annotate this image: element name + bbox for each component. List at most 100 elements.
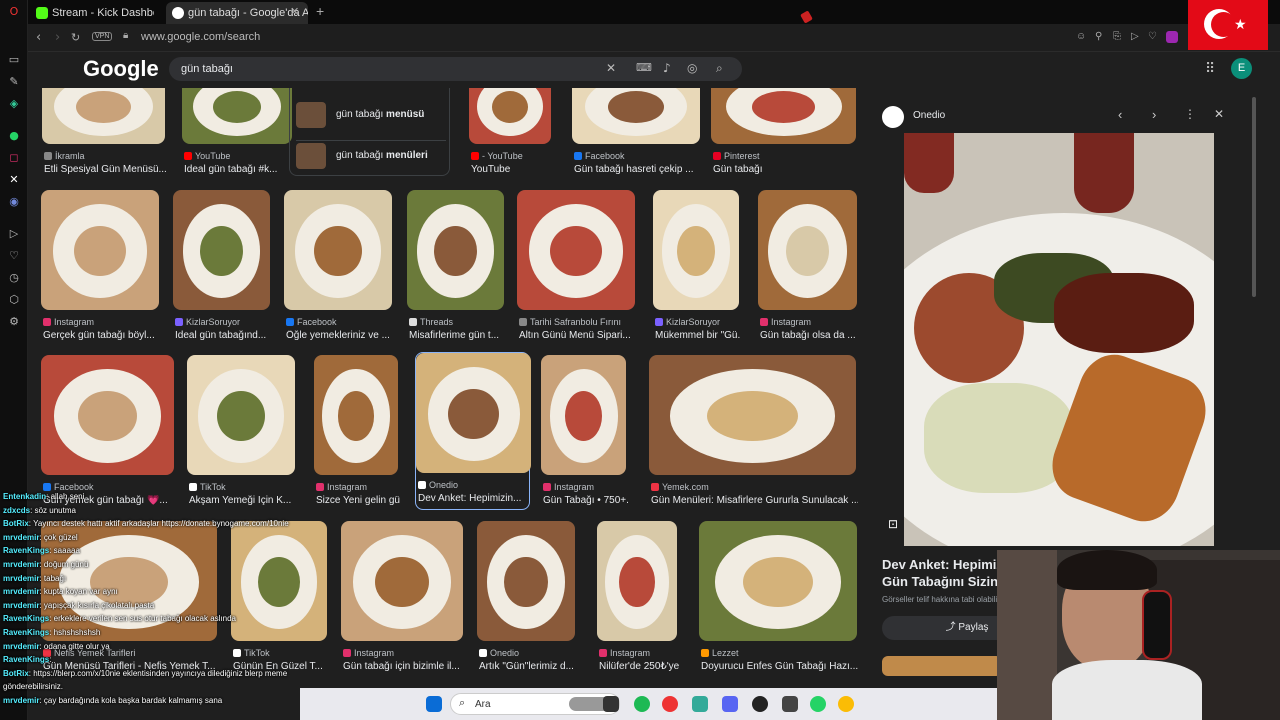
result-title[interactable]: Gün tabağı xyxy=(713,164,858,175)
result-thumbnail[interactable] xyxy=(517,190,635,310)
result-source[interactable]: Instagram xyxy=(316,482,400,492)
result-title[interactable]: Öğle yemekleriniz ve ... xyxy=(286,330,394,341)
result-thumbnail[interactable] xyxy=(477,521,575,641)
image-result[interactable]: Facebook Öğle yemekleriniz ve ... xyxy=(284,190,394,341)
result-source[interactable]: Instagram xyxy=(343,648,465,658)
lens-search-icon[interactable]: ⊡ xyxy=(888,517,898,531)
image-result[interactable]: YouTube İdeal gün tabağı #k... xyxy=(182,88,294,175)
opera-logo-icon[interactable]: O xyxy=(6,4,22,20)
result-source[interactable]: YouTube xyxy=(184,151,294,161)
related-item[interactable]: gün tabağı menüsü xyxy=(296,100,446,130)
result-source[interactable]: Threads xyxy=(409,317,506,327)
result-thumbnail[interactable] xyxy=(416,353,531,473)
result-title[interactable]: Sizce Yeni gelin gü... xyxy=(316,495,400,506)
app-icon[interactable] xyxy=(692,696,708,712)
avatar[interactable]: E xyxy=(1231,58,1252,79)
extension-icon[interactable] xyxy=(1166,31,1178,43)
related-image-thumb[interactable] xyxy=(882,656,1002,676)
search-icon[interactable]: ⌕ xyxy=(716,61,723,76)
image-result[interactable]: Instagram Gün tabağı olsa da ... xyxy=(758,190,859,341)
result-thumbnail[interactable] xyxy=(284,190,392,310)
google-logo[interactable]: Google xyxy=(83,56,159,82)
result-thumbnail[interactable] xyxy=(758,190,857,310)
search-box[interactable]: ✕ ⌨ ♪ ◎ ⌕ xyxy=(169,57,742,81)
image-result[interactable]: Tarihi Safranbolu Fırını Altın Günü Menü … xyxy=(517,190,637,341)
result-thumbnail[interactable] xyxy=(41,355,174,475)
result-title[interactable]: Gün tabağı için bizimle il... xyxy=(343,661,465,672)
forward-icon[interactable]: › xyxy=(55,30,60,45)
result-thumbnail[interactable] xyxy=(182,88,292,144)
image-result[interactable]: Instagram Nilüfer'de 250₺'ye ... xyxy=(597,521,679,672)
prev-icon[interactable]: ‹ xyxy=(1118,107,1122,122)
result-source[interactable]: Pinterest xyxy=(713,151,858,161)
whatsapp-icon[interactable] xyxy=(810,696,826,712)
heart-icon[interactable]: ♡ xyxy=(1148,31,1157,42)
result-thumbnail[interactable] xyxy=(314,355,398,475)
mic-icon[interactable]: ♪ xyxy=(663,61,671,75)
result-source[interactable]: Tarihi Safranbolu Fırını xyxy=(519,317,637,327)
image-result[interactable]: Instagram Gerçek gün tabağı böyl... xyxy=(41,190,161,341)
file-explorer-icon[interactable] xyxy=(603,696,619,712)
image-result[interactable]: Facebook Gün yemek gün tabağı 💗... xyxy=(41,355,174,506)
image-result[interactable]: Instagram Gün tabağı için bizimle il... xyxy=(341,521,465,672)
heart-icon[interactable]: ♡ xyxy=(6,248,22,264)
result-thumbnail[interactable] xyxy=(653,190,739,310)
result-thumbnail[interactable] xyxy=(711,88,856,144)
result-title[interactable]: Nilüfer'de 250₺'ye ... xyxy=(599,661,679,672)
image-result[interactable]: Instagram Sizce Yeni gelin gü... xyxy=(314,355,400,506)
result-source[interactable]: Facebook xyxy=(286,317,394,327)
wallet-icon[interactable]: ▭ xyxy=(6,52,22,68)
discord-icon[interactable]: ◉ xyxy=(6,194,22,210)
result-thumbnail[interactable] xyxy=(649,355,856,475)
result-thumbnail[interactable] xyxy=(187,355,295,475)
taskbar-search[interactable]: ⌕ Ara xyxy=(450,693,620,715)
result-source[interactable]: Instagram xyxy=(599,648,679,658)
result-title[interactable]: Artık "Gün"lerimiz d... xyxy=(479,661,577,672)
result-source[interactable]: - YouTube xyxy=(471,151,553,161)
reload-icon[interactable]: ↻ xyxy=(71,31,80,44)
result-title[interactable]: Altın Günü Menü Sipari... xyxy=(519,330,637,341)
result-title[interactable]: İdeal gün tabağı #k... xyxy=(184,164,294,175)
result-title[interactable]: Gerçek gün tabağı böyl... xyxy=(43,330,161,341)
instagram-icon[interactable]: ◻ xyxy=(6,150,22,166)
result-thumbnail[interactable] xyxy=(541,355,626,475)
pin-icon[interactable]: ⚲ xyxy=(1095,31,1102,42)
x-icon[interactable]: ✕ xyxy=(6,172,22,188)
back-icon[interactable]: ‹ xyxy=(36,30,41,45)
result-source[interactable]: KizlarSoruyor xyxy=(655,317,741,327)
play-icon[interactable]: ▷ xyxy=(6,226,22,242)
result-source[interactable]: KizlarSoruyor xyxy=(175,317,272,327)
result-title[interactable]: Gün Tabağı • 750+... xyxy=(543,495,628,506)
result-title[interactable]: Gün Menüleri: Misafirlere Gururla Sunula… xyxy=(651,495,858,506)
result-title[interactable]: YouTube xyxy=(471,164,553,175)
image-result[interactable]: Threads Misafirlerime gün t... xyxy=(407,190,506,341)
result-source[interactable]: Instagram xyxy=(543,482,628,492)
image-result[interactable]: Yemek.com Gün Menüleri: Misafirlere Gurur… xyxy=(649,355,858,506)
result-source[interactable]: İkramla xyxy=(44,151,167,161)
chrome-icon[interactable] xyxy=(838,696,854,712)
keyboard-icon[interactable]: ⌨ xyxy=(636,61,652,74)
preview-source[interactable]: Onedio xyxy=(913,110,945,121)
url-text[interactable]: www.google.com/search xyxy=(141,31,260,43)
image-result[interactable]: - YouTube YouTube xyxy=(469,88,553,175)
result-title[interactable]: Gün tabağı olsa da ... xyxy=(760,330,859,341)
result-source[interactable]: Onedio xyxy=(479,648,577,658)
image-result[interactable]: Facebook Gün tabağı hasreti çekip ... xyxy=(572,88,700,175)
result-title[interactable]: Mükemmel bir "Gü... xyxy=(655,330,741,341)
image-result[interactable]: İkramla Etli Spesiyal Gün Menüsü... xyxy=(42,88,167,175)
clear-icon[interactable]: ✕ xyxy=(606,61,616,75)
result-title[interactable]: Dev Anket: Hepimizin... xyxy=(418,493,533,504)
image-result[interactable]: Pinterest Gün tabağı xyxy=(711,88,858,175)
discord-icon[interactable] xyxy=(722,696,738,712)
result-source[interactable]: Instagram xyxy=(43,317,161,327)
image-result[interactable]: Lezzet Doyurucu Enfes Gün Tabağı Hazı... xyxy=(699,521,858,672)
spotify-icon[interactable] xyxy=(634,696,650,712)
tab-google-search[interactable]: gün tabağı - Google'da Ar... xyxy=(166,2,308,24)
more-icon[interactable]: ⋮ xyxy=(1184,107,1196,121)
windows-start-icon[interactable] xyxy=(426,696,442,712)
result-source[interactable]: Yemek.com xyxy=(651,482,858,492)
cube-icon[interactable]: ⬡ xyxy=(6,292,22,308)
image-result[interactable]: KizlarSoruyor Mükemmel bir "Gü... xyxy=(653,190,741,341)
app-icon[interactable] xyxy=(782,696,798,712)
result-title[interactable]: İdeal gün tabağınd... xyxy=(175,330,272,341)
